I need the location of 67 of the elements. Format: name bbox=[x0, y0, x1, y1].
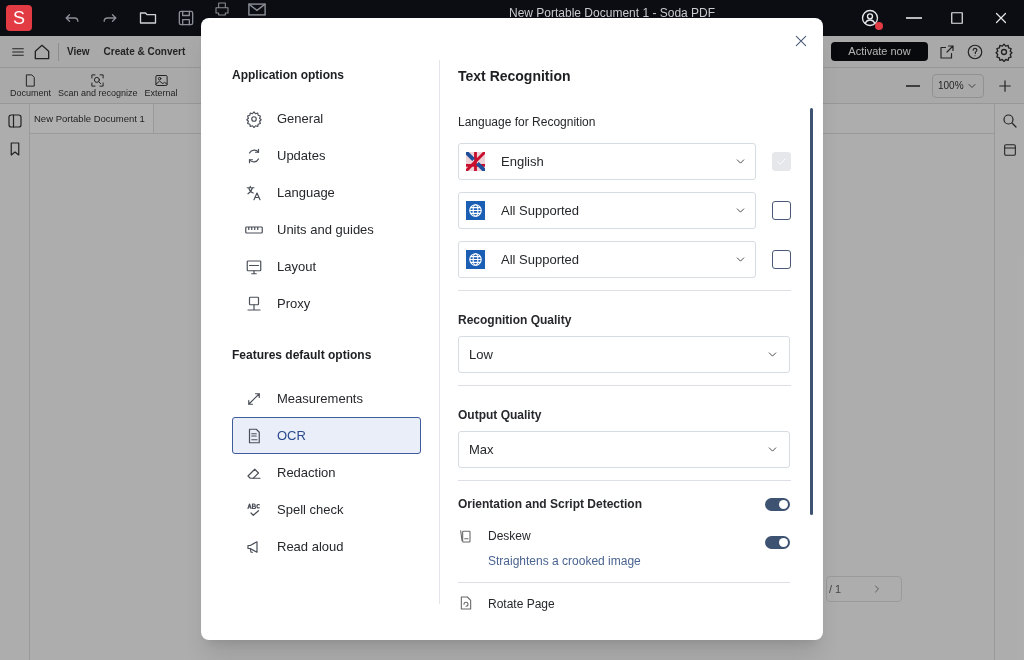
print-icon bbox=[214, 1, 230, 17]
nav-item[interactable]: Proxy bbox=[232, 285, 421, 322]
toggle-switch[interactable] bbox=[765, 536, 790, 549]
document-icon bbox=[23, 72, 38, 88]
option-label: Rotate Page bbox=[488, 596, 555, 613]
help-icon bbox=[966, 42, 984, 61]
nav-item[interactable]: Spell check bbox=[232, 491, 421, 528]
option-description: Straightens a crooked image bbox=[488, 553, 642, 570]
window-title: New Portable Document 1 - Soda PDF bbox=[509, 7, 716, 19]
ruler-icon bbox=[245, 225, 263, 234]
translate-icon bbox=[245, 183, 263, 202]
nav-item[interactable]: Units and guides bbox=[232, 211, 421, 248]
menu-tab[interactable]: Create & Convert bbox=[101, 44, 188, 59]
monitor-icon bbox=[245, 257, 263, 276]
checkbox[interactable] bbox=[772, 201, 791, 220]
scrollbar[interactable] bbox=[810, 108, 813, 515]
field-label: Recognition Quality bbox=[458, 312, 573, 327]
page-navigator[interactable]: / 1 bbox=[826, 576, 902, 602]
panel-icon bbox=[1001, 142, 1018, 158]
menu-tab[interactable]: View bbox=[65, 44, 92, 59]
mail-icon bbox=[248, 3, 266, 16]
toolbar-button[interactable]: External bbox=[144, 72, 178, 99]
flag-icon bbox=[466, 152, 485, 171]
nav-item[interactable]: Redaction bbox=[232, 454, 421, 491]
sidebar-icon bbox=[5, 112, 24, 130]
nav-item[interactable]: Layout bbox=[232, 248, 421, 285]
settings-icon bbox=[994, 41, 1014, 62]
nav-item[interactable]: Language bbox=[232, 174, 421, 211]
globe-icon bbox=[466, 250, 485, 269]
close-button[interactable] bbox=[793, 33, 809, 49]
language-dropdown[interactable]: All Supported bbox=[458, 192, 756, 229]
image-icon bbox=[153, 72, 169, 88]
spell-check-icon bbox=[245, 500, 263, 519]
panel-title: Text Recognition bbox=[458, 67, 572, 84]
toolbar-button[interactable]: Document bbox=[10, 72, 52, 99]
close-icon bbox=[793, 33, 809, 49]
nav-item[interactable]: Updates bbox=[232, 137, 421, 174]
maximize-icon bbox=[948, 9, 966, 27]
nav-item[interactable]: General bbox=[232, 100, 421, 137]
field-label: Language for Recognition bbox=[458, 114, 597, 129]
section-heading: Features default options bbox=[232, 347, 373, 362]
share-icon bbox=[938, 42, 956, 61]
language-dropdown[interactable]: All Supported bbox=[458, 241, 756, 278]
toggle-switch[interactable] bbox=[765, 497, 790, 511]
option-label: Deskew bbox=[488, 528, 532, 545]
save-icon bbox=[176, 8, 196, 28]
scan-icon bbox=[90, 72, 106, 88]
section-heading: Application options bbox=[232, 67, 345, 82]
zoom-dropdown[interactable]: 100% bbox=[932, 73, 984, 98]
document-icon bbox=[458, 595, 474, 611]
quality-dropdown[interactable]: Max bbox=[458, 431, 790, 468]
checkbox[interactable] bbox=[772, 250, 791, 269]
toolbar-button[interactable]: Scan and recognize bbox=[58, 72, 138, 99]
quality-dropdown[interactable]: Low bbox=[458, 336, 790, 373]
nav-item[interactable]: Read aloud bbox=[232, 528, 421, 565]
field-label: Output Quality bbox=[458, 407, 543, 422]
zoom-out-icon[interactable] bbox=[906, 84, 920, 87]
nav-item[interactable]: OCR bbox=[232, 417, 421, 454]
app-logo[interactable]: S bbox=[6, 5, 32, 31]
option-label: Orientation and Script Detection bbox=[458, 496, 643, 513]
search-icon bbox=[1000, 112, 1019, 130]
gear-icon bbox=[245, 109, 263, 128]
phone-icon bbox=[458, 528, 474, 544]
globe-icon bbox=[466, 201, 485, 220]
nav-item[interactable]: Measurements bbox=[232, 380, 421, 417]
activate-button[interactable]: Activate now bbox=[831, 42, 928, 61]
network-icon bbox=[245, 294, 263, 313]
